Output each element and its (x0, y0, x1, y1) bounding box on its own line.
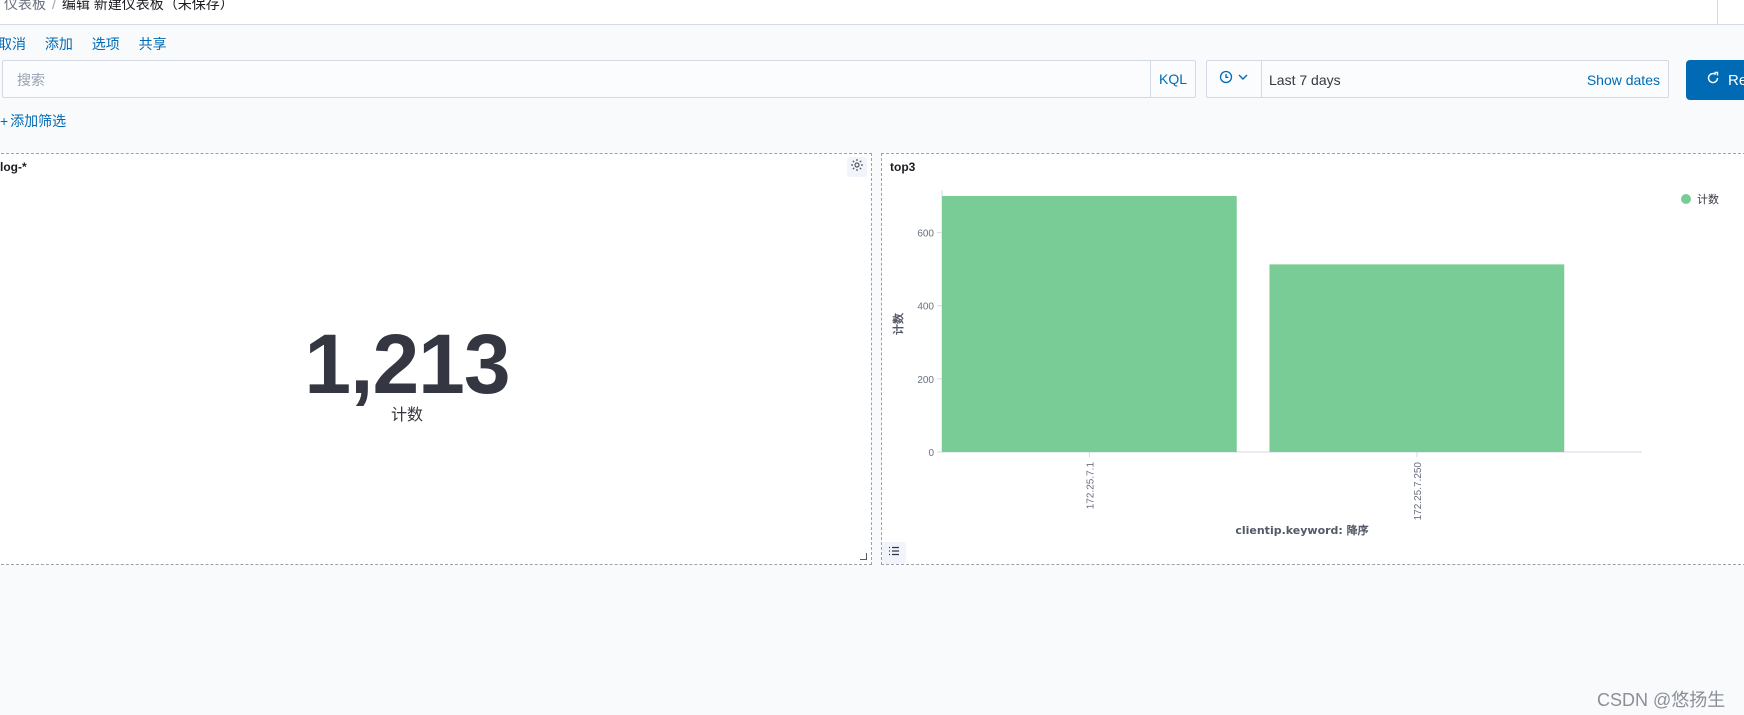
options-menu-item[interactable]: 选项 (92, 36, 120, 52)
refresh-icon (1706, 71, 1720, 90)
refresh-label: Re (1728, 71, 1744, 89)
breadcrumb: 仪表板 / 编辑 新建仪表板（未保存） (4, 0, 234, 14)
show-dates-button[interactable]: Show dates (1587, 72, 1660, 88)
bar (1269, 264, 1565, 452)
top-nav-menu: 取消 添加 选项 共享 (0, 34, 182, 54)
x-tick-label: 172.25.7.1 (1085, 462, 1096, 510)
header-divider (1717, 0, 1718, 24)
add-filter-label: 添加筛选 (10, 113, 67, 129)
add-menu-item[interactable]: 添加 (45, 36, 73, 52)
y-tick-label: 600 (917, 229, 934, 240)
legend-toggle-button[interactable] (882, 542, 906, 564)
metric-panel: log-* 1,213 计数 (0, 153, 872, 565)
quick-select-button[interactable] (1207, 61, 1262, 97)
y-tick-label: 0 (928, 448, 934, 459)
share-menu-item[interactable]: 共享 (139, 36, 167, 52)
metric-label: 计数 (390, 407, 423, 424)
watermark: CSDN @悠扬生 (1597, 690, 1726, 710)
x-axis-title: clientip.keyword: 降序 (1235, 523, 1368, 537)
x-tick-label: 172.25.7.250 (1413, 462, 1424, 521)
breadcrumb-dashboards[interactable]: 仪表板 (4, 0, 46, 12)
bar (942, 196, 1237, 452)
resize-handle[interactable] (860, 553, 867, 560)
plus-icon: + (0, 113, 9, 129)
top-header: 仪表板 / 编辑 新建仪表板（未保存） (0, 0, 1744, 25)
refresh-button[interactable]: Re (1686, 60, 1744, 100)
date-range-text[interactable]: Last 7 days (1269, 72, 1341, 88)
y-tick-label: 400 (917, 302, 934, 313)
bar-chart-panel: top3 0 200 400 600 172.25.7.1 172.25.7.250 计数 c… (881, 153, 1744, 565)
kql-toggle-button[interactable]: KQL (1150, 61, 1195, 97)
query-bar: KQL (2, 60, 1196, 98)
panel-title: log-* (0, 160, 27, 174)
y-axis-title: 计数 (891, 312, 905, 335)
clock-icon (1219, 70, 1233, 89)
legend-label: 计数 (1697, 193, 1719, 206)
search-input[interactable] (15, 68, 1149, 92)
bar-chart: 0 200 400 600 172.25.7.1 172.25.7.250 计数 client… (891, 190, 1719, 537)
breadcrumb-separator: / (52, 0, 56, 12)
cancel-menu-item[interactable]: 取消 (0, 36, 26, 52)
gear-icon (850, 158, 864, 177)
panel-options-button[interactable] (847, 157, 867, 177)
legend-swatch (1681, 194, 1691, 204)
chevron-down-icon (1237, 70, 1249, 88)
metric-value: 1,213 (304, 317, 510, 411)
breadcrumb-current: 编辑 新建仪表板（未保存） (61, 0, 234, 12)
list-icon (888, 544, 900, 562)
date-picker: Last 7 days Show dates (1206, 60, 1669, 98)
y-tick-label: 200 (917, 375, 934, 386)
add-filter-button[interactable]: + 添加筛选 (0, 111, 66, 131)
